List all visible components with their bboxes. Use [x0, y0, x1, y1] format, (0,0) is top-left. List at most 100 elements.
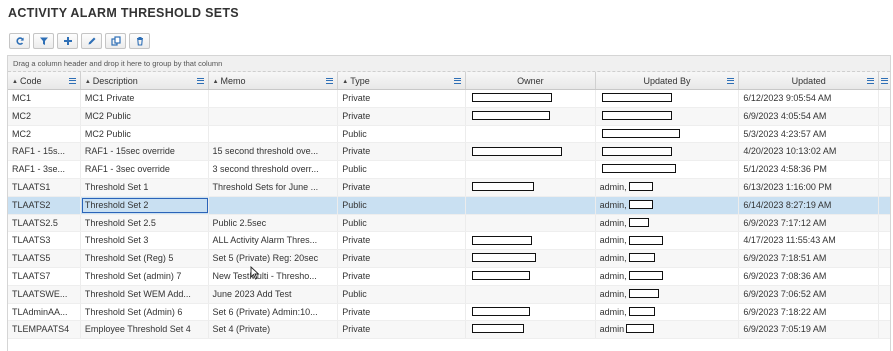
column-menu-icon[interactable]	[453, 78, 461, 84]
cell-type[interactable]: Private	[338, 267, 466, 285]
column-header-owner[interactable]: Owner	[466, 72, 596, 89]
table-row[interactable]: TLAATS2 Threshold Set 2 Public admin, 6/14/2…	[8, 196, 890, 215]
cell-owner[interactable]	[466, 178, 596, 196]
cell-memo[interactable]	[209, 107, 339, 125]
cell-code[interactable]: TLAATS3	[8, 232, 81, 250]
cell-description[interactable]: MC2 Public	[81, 107, 209, 125]
cell-owner[interactable]	[466, 107, 596, 125]
group-drop-area[interactable]: Drag a column header and drop it here to…	[8, 56, 890, 72]
cell-code[interactable]: MC2	[8, 125, 81, 143]
table-row[interactable]: TLAdminAA... Threshold Set (Admin) 6 Set 6…	[8, 303, 890, 322]
table-row[interactable]: RAF1 - 15s... RAF1 - 15sec override 15 sec…	[8, 143, 890, 162]
cell-code[interactable]: TLAATS2	[8, 196, 81, 214]
refresh-button[interactable]	[9, 33, 30, 49]
cell-updated[interactable]: 6/9/2023 7:08:36 AM	[739, 267, 880, 285]
column-menu-icon[interactable]	[881, 78, 889, 84]
table-row[interactable]: TLAATS2.5 Threshold Set 2.5 Public 2.5sec P…	[8, 214, 890, 233]
cell-type[interactable]: Private	[338, 303, 466, 321]
cell-owner[interactable]	[466, 125, 596, 143]
cell-updated-by[interactable]: admin	[596, 321, 740, 339]
cell-updated-by[interactable]: admin,	[596, 285, 740, 303]
cell-type[interactable]: Private	[338, 232, 466, 250]
cell-memo[interactable]: Set 5 (Private) Reg: 20sec	[209, 250, 339, 267]
column-menu-icon[interactable]	[867, 78, 875, 84]
cell-updated[interactable]: 6/13/2023 1:16:00 PM	[739, 178, 880, 196]
cell-updated-by[interactable]	[596, 107, 740, 125]
column-header-description[interactable]: ▲ Description	[81, 72, 209, 89]
cell-updated[interactable]: 5/1/2023 4:58:36 PM	[739, 161, 880, 178]
cell-memo[interactable]	[209, 90, 339, 107]
cell-description[interactable]: MC2 Public	[81, 125, 209, 143]
table-row[interactable]: RAF1 - 3se... RAF1 - 3sec override 3 secon…	[8, 161, 890, 179]
cell-code[interactable]: TLAATS1	[8, 178, 81, 196]
cell-description[interactable]: RAF1 - 3sec override	[81, 161, 209, 178]
cell-updated[interactable]: 6/9/2023 7:17:12 AM	[739, 214, 880, 232]
cell-updated[interactable]: 6/9/2023 7:05:19 AM	[739, 321, 880, 339]
cell-memo[interactable]: June 2023 Add Test	[209, 285, 339, 303]
cell-updated-by[interactable]: admin,	[596, 303, 740, 321]
filter-button[interactable]	[33, 33, 54, 49]
cell-type[interactable]: Private	[338, 178, 466, 196]
cell-description[interactable]: Threshold Set WEM Add...	[81, 285, 209, 303]
column-menu-icon[interactable]	[326, 78, 334, 84]
cell-updated[interactable]: 6/9/2023 7:18:22 AM	[739, 303, 880, 321]
cell-memo[interactable]	[209, 196, 339, 214]
copy-button[interactable]	[105, 33, 126, 49]
cell-type[interactable]: Public	[338, 196, 466, 214]
cell-type[interactable]: Private	[338, 143, 466, 161]
cell-code[interactable]: RAF1 - 3se...	[8, 161, 81, 178]
cell-owner[interactable]	[466, 267, 596, 285]
column-menu-icon[interactable]	[196, 78, 204, 84]
cell-updated-by[interactable]: admin,	[596, 214, 740, 232]
table-row[interactable]: TLAATS1 Threshold Set 1 Threshold Sets for…	[8, 178, 890, 197]
cell-updated-by[interactable]	[596, 161, 740, 178]
cell-updated-by[interactable]	[596, 125, 740, 143]
cell-code[interactable]: TLAdminAA...	[8, 303, 81, 321]
cell-type[interactable]: Public	[338, 161, 466, 178]
cell-updated-by[interactable]: admin,	[596, 196, 740, 214]
cell-owner[interactable]	[466, 214, 596, 232]
cell-memo[interactable]: Set 4 (Private)	[209, 321, 339, 339]
cell-memo[interactable]: New TestMulti - Thresho...	[209, 267, 339, 285]
table-row[interactable]: TLEMPAATS4 Employee Threshold Set 4 Set 4 …	[8, 321, 890, 340]
cell-memo[interactable]: 3 second threshold overr...	[209, 161, 339, 178]
cell-code[interactable]: TLAATS7	[8, 267, 81, 285]
cell-memo[interactable]: Set 6 (Private) Admin:10...	[209, 303, 339, 321]
cell-code[interactable]: MC1	[8, 90, 81, 107]
cell-owner[interactable]	[466, 250, 596, 267]
table-row[interactable]: TLAATS5 Threshold Set (Reg) 5 Set 5 (Priva…	[8, 250, 890, 268]
cell-description[interactable]: RAF1 - 15sec override	[81, 143, 209, 161]
cell-description[interactable]: Threshold Set 1	[81, 178, 209, 196]
cell-type[interactable]: Private	[338, 90, 466, 107]
cell-code[interactable]: TLAATS5	[8, 250, 81, 267]
table-row[interactable]: TLAATS7 Threshold Set (admin) 7 New TestMu…	[8, 267, 890, 286]
cell-updated[interactable]: 5/3/2023 4:23:57 AM	[739, 125, 880, 143]
cell-code[interactable]: RAF1 - 15s...	[8, 143, 81, 161]
cell-code[interactable]: TLEMPAATS4	[8, 321, 81, 339]
cell-memo[interactable]: ALL Activity Alarm Thres...	[209, 232, 339, 250]
cell-description[interactable]: Threshold Set (Reg) 5	[81, 250, 209, 267]
cell-type[interactable]: Private	[338, 250, 466, 267]
cell-updated[interactable]: 6/9/2023 7:06:52 AM	[739, 285, 880, 303]
cell-owner[interactable]	[466, 285, 596, 303]
cell-code[interactable]: TLAATSWE...	[8, 285, 81, 303]
cell-code[interactable]: TLAATS2.5	[8, 214, 81, 232]
table-row[interactable]: TLAATSWE... Threshold Set WEM Add... June …	[8, 285, 890, 304]
cell-type[interactable]: Public	[338, 285, 466, 303]
cell-updated-by[interactable]: admin,	[596, 267, 740, 285]
cell-updated[interactable]: 4/17/2023 11:55:43 AM	[739, 232, 880, 250]
cell-type[interactable]: Public	[338, 125, 466, 143]
cell-code[interactable]: MC2	[8, 107, 81, 125]
cell-description[interactable]: Threshold Set 2.5	[81, 214, 209, 232]
cell-owner[interactable]	[466, 303, 596, 321]
cell-updated[interactable]: 6/12/2023 9:05:54 AM	[739, 90, 880, 107]
cell-memo[interactable]: Public 2.5sec	[209, 214, 339, 232]
cell-owner[interactable]	[466, 143, 596, 161]
cell-memo[interactable]: Threshold Sets for June ...	[209, 178, 339, 196]
table-row[interactable]: TLAATS3 Threshold Set 3 ALL Activity Alarm…	[8, 232, 890, 251]
cell-description[interactable]: Threshold Set (Admin) 6	[81, 303, 209, 321]
cell-updated-by[interactable]: admin,	[596, 178, 740, 196]
column-header-updated[interactable]: Updated	[739, 72, 880, 89]
cell-description[interactable]: Threshold Set 2	[81, 196, 209, 214]
cell-updated[interactable]: 6/9/2023 4:05:54 AM	[739, 107, 880, 125]
